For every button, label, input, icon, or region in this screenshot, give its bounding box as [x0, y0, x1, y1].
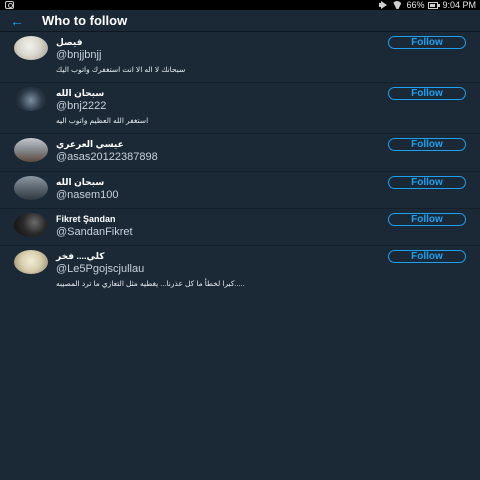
status-bar-right: 66% 9:04 PM — [379, 0, 476, 10]
user-handle: @asas20122387898 — [56, 151, 158, 163]
avatar[interactable] — [14, 138, 48, 162]
suggestion-row[interactable]: كلي.... فخر @Le5Pgojscjullau كبرا لخطأ م… — [0, 246, 480, 302]
user-name: كلي.... فخر — [56, 251, 105, 261]
wifi-icon — [392, 1, 402, 9]
user-name: Fikret Şandan — [56, 214, 116, 224]
follow-button[interactable]: Follow — [388, 87, 466, 100]
user-handle: @SandanFikret — [56, 226, 133, 238]
user-bio: استغفر الله العظيم واتوب اليه — [56, 116, 149, 125]
user-handle: @bnjjbnjj — [56, 49, 102, 61]
battery-icon — [428, 1, 441, 9]
suggestion-row[interactable]: Fikret Şandan @SandanFikret Follow — [0, 209, 480, 246]
user-bio: سبحانك لا اله الا انت استغفرك واتوب اليك — [56, 65, 186, 74]
user-name: سبحان الله — [56, 88, 105, 98]
avatar[interactable] — [14, 176, 48, 200]
back-arrow-icon[interactable]: ← — [0, 10, 34, 32]
follow-button[interactable]: Follow — [388, 250, 466, 263]
follow-button[interactable]: Follow — [388, 176, 466, 189]
suggestion-row[interactable]: سبحان الله @bnj2222 استغفر الله العظيم و… — [0, 83, 480, 134]
user-name: فيصل — [56, 37, 83, 47]
user-handle: @bnj2222 — [56, 100, 107, 112]
user-name: سبحان الله — [56, 177, 105, 187]
follow-button[interactable]: Follow — [388, 36, 466, 49]
avatar[interactable] — [14, 213, 48, 237]
user-name: عيسي العرعري — [56, 139, 124, 149]
avatar[interactable] — [14, 36, 48, 60]
mute-icon — [379, 1, 388, 9]
battery-percent: 66% — [406, 0, 425, 10]
avatar[interactable] — [14, 87, 48, 111]
avatar[interactable] — [14, 250, 48, 274]
status-time: 9:04 PM — [442, 0, 476, 10]
status-bar: 66% 9:04 PM — [0, 0, 480, 10]
suggestion-row[interactable]: عيسي العرعري @asas20122387898 Follow — [0, 134, 480, 172]
follow-button[interactable]: Follow — [388, 138, 466, 151]
suggestion-row[interactable]: سبحان الله @nasem100 Follow — [0, 172, 480, 209]
suggestion-row[interactable]: فيصل @bnjjbnjj سبحانك لا اله الا انت است… — [0, 32, 480, 83]
app-header: ← Who to follow — [0, 10, 480, 32]
instagram-icon — [5, 1, 14, 9]
follow-button[interactable]: Follow — [388, 213, 466, 226]
who-to-follow-list: فيصل @bnjjbnjj سبحانك لا اله الا انت است… — [0, 32, 480, 302]
user-handle: @nasem100 — [56, 189, 119, 201]
user-handle: @Le5Pgojscjullau — [56, 263, 145, 275]
user-bio: كبرا لخطأ ما كل عذرنا... يغطيه مثل التعا… — [56, 279, 245, 288]
page-title: Who to follow — [42, 13, 128, 28]
